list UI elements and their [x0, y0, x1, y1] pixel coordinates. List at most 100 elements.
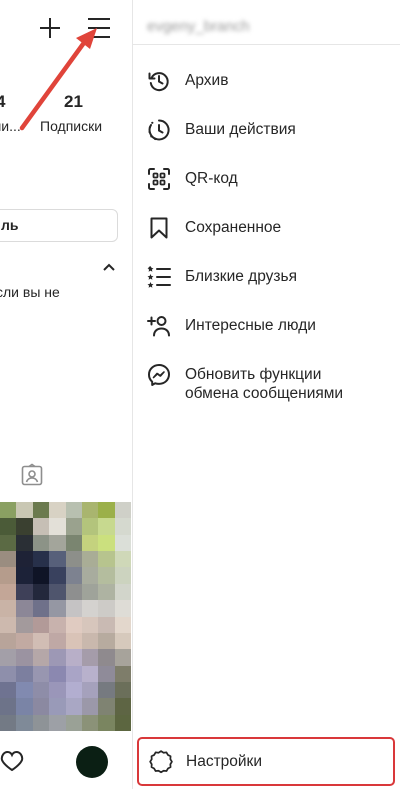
suggestion-hint-text: сли вы не	[0, 284, 60, 300]
photo-pixel	[32, 534, 50, 552]
photo-pixel	[65, 600, 82, 617]
photo-pixel	[16, 698, 33, 715]
photo-pixel	[65, 616, 82, 633]
photo-pixel	[81, 665, 99, 682]
settings-button[interactable]: Настройки	[137, 737, 395, 786]
photo-pixel	[81, 681, 99, 699]
photo-pixel	[49, 583, 66, 601]
photo-pixel	[65, 551, 82, 568]
account-username[interactable]: evgeny_branch	[147, 18, 250, 35]
menu-item-saved[interactable]: Сохраненное	[133, 208, 400, 248]
photo-pixel	[32, 567, 50, 584]
archive-icon	[148, 72, 169, 92]
menu-icon[interactable]	[86, 16, 112, 40]
menu-item-label: Сохраненное	[185, 219, 282, 236]
photo-pixel	[65, 583, 82, 601]
profile-panel: 4 чи... 21 Подписки ль сли вы не	[0, 0, 132, 789]
photo-pixel	[98, 567, 115, 584]
photo-pixel	[98, 600, 115, 617]
menu-item-update-messaging[interactable]: Обновить функции обмена сообщениями	[133, 355, 400, 405]
photo-pixel	[32, 502, 50, 519]
photo-pixel	[81, 567, 99, 584]
photo-pixel	[65, 649, 82, 666]
photo-pixel	[81, 698, 99, 715]
menu-item-your-activity[interactable]: Ваши действия	[133, 110, 400, 150]
photo-pixel	[65, 681, 82, 699]
photo-pixel	[98, 616, 115, 633]
photo-pixel	[32, 665, 50, 682]
close-friends-icon	[147, 266, 171, 288]
menu-item-archive[interactable]: Архив	[133, 61, 400, 101]
photo-pixel	[81, 518, 99, 535]
photo-pixel	[65, 698, 82, 715]
photo-pixel	[114, 502, 131, 519]
photo-pixel	[65, 518, 82, 535]
followers-label[interactable]: чи...	[0, 118, 21, 134]
photo-pixel	[98, 518, 115, 535]
photo-pixel	[65, 632, 82, 650]
photo-pixel	[98, 502, 115, 519]
photo-pixel	[16, 518, 33, 535]
photo-pixel	[114, 518, 131, 535]
photo-pixel	[98, 632, 115, 650]
photo-pixel	[98, 649, 115, 666]
photo-pixel	[49, 632, 66, 650]
photo-pixel	[98, 681, 115, 699]
photo-pixel	[114, 616, 131, 633]
followers-count[interactable]: 4	[0, 92, 5, 112]
photo-pixel	[114, 534, 131, 552]
photo-pixel	[0, 714, 17, 731]
photo-pixel	[49, 534, 66, 552]
following-count[interactable]: 21	[64, 92, 83, 112]
photo-pixel	[0, 600, 17, 617]
photo-pixel	[16, 681, 33, 699]
photo-pixel	[49, 698, 66, 715]
photo-pixel	[49, 551, 66, 568]
side-drawer: evgeny_branch Архив Ваши действия QR-код…	[132, 0, 400, 789]
photo-pixel	[0, 502, 17, 519]
photo-pixel	[16, 551, 33, 568]
post-thumbnail[interactable]	[0, 502, 131, 731]
photo-pixel	[16, 714, 33, 731]
photo-pixel	[114, 567, 131, 584]
photo-pixel	[65, 534, 82, 552]
photo-pixel	[49, 518, 66, 535]
photo-pixel	[81, 583, 99, 601]
menu-item-qr-code[interactable]: QR-код	[133, 159, 400, 199]
tagged-posts-icon[interactable]	[20, 463, 44, 487]
photo-pixel	[98, 534, 115, 552]
plus-icon[interactable]	[38, 16, 62, 40]
photo-pixel	[16, 567, 33, 584]
messenger-icon	[148, 364, 170, 386]
heart-icon[interactable]	[0, 750, 24, 772]
menu-item-label: Близкие друзья	[185, 268, 297, 285]
profile-avatar[interactable]	[76, 746, 108, 778]
photo-pixel	[98, 698, 115, 715]
chevron-up-icon[interactable]	[102, 262, 116, 272]
photo-pixel	[49, 714, 66, 731]
menu-item-discover-people[interactable]: Интересные люди	[133, 306, 400, 346]
photo-pixel	[0, 583, 17, 601]
photo-pixel	[81, 551, 99, 568]
photo-pixel	[32, 698, 50, 715]
menu-item-close-friends[interactable]: Близкие друзья	[133, 257, 400, 297]
photo-pixel	[114, 681, 131, 699]
photo-pixel	[98, 583, 115, 601]
menu-item-label: Обновить функции обмена сообщениями	[185, 366, 344, 402]
photo-pixel	[0, 534, 17, 552]
photo-pixel	[98, 714, 115, 731]
photo-pixel	[0, 665, 17, 682]
activity-icon	[148, 119, 170, 141]
photo-pixel	[0, 567, 17, 584]
photo-pixel	[32, 616, 50, 633]
photo-pixel	[49, 616, 66, 633]
add-person-icon	[147, 316, 170, 337]
edit-profile-button[interactable]: ль	[0, 209, 118, 242]
photo-pixel	[0, 698, 17, 715]
photo-pixel	[0, 518, 17, 535]
qr-code-icon	[148, 168, 170, 190]
photo-pixel	[65, 714, 82, 731]
photo-pixel	[0, 632, 17, 650]
menu-item-label: Интересные люди	[185, 317, 316, 334]
following-label[interactable]: Подписки	[40, 118, 102, 134]
